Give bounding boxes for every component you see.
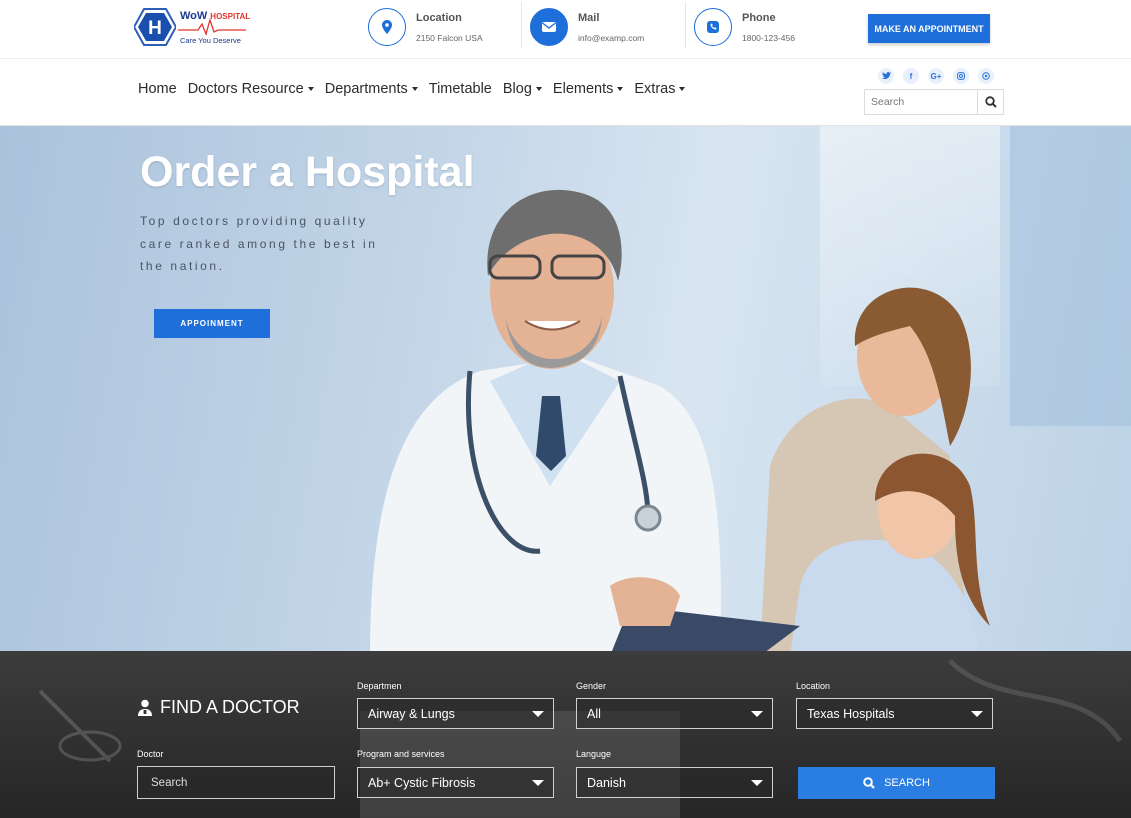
hero-banner: Order a Hospital Top doctors providing q… xyxy=(0,126,1131,651)
program-label: Program and services xyxy=(357,749,445,759)
google-plus-icon[interactable]: G+ xyxy=(928,68,944,84)
logo-tagline: Care You Deserve xyxy=(180,36,241,45)
dropdown-arrow-icon xyxy=(751,780,763,786)
map-pin-icon xyxy=(368,8,406,46)
find-doctor-title: FIND A DOCTOR xyxy=(137,697,300,718)
location-value: 2150 Falcon USA xyxy=(416,33,483,43)
search-icon[interactable] xyxy=(977,90,1003,114)
nav-search-input[interactable] xyxy=(865,90,977,114)
phone-icon xyxy=(694,8,732,46)
nav-item-blog[interactable]: Blog xyxy=(503,81,542,97)
envelope-icon xyxy=(530,8,568,46)
find-doctor-search-button[interactable]: SEARCH xyxy=(798,767,995,799)
location-info: Location 2150 Falcon USA xyxy=(368,0,518,50)
divider xyxy=(521,2,522,48)
search-icon xyxy=(863,777,875,789)
make-appointment-button[interactable]: MAKE AN APPOINTMENT xyxy=(868,14,990,43)
nav-item-doctors-resource[interactable]: Doctors Resource xyxy=(188,81,314,97)
nav-item-elements[interactable]: Elements xyxy=(553,81,624,97)
hero-title: Order a Hospital xyxy=(140,148,475,196)
caret-down-icon xyxy=(617,87,624,91)
nav-item-extras[interactable]: Extras xyxy=(634,81,686,97)
pinterest-icon[interactable] xyxy=(978,68,994,84)
dropdown-arrow-icon xyxy=(971,711,983,717)
main-navbar: Home Doctors Resource Departments Timeta… xyxy=(0,58,1131,126)
social-links: f G+ xyxy=(878,68,994,84)
hero-subtitle: Top doctors providing quality care ranke… xyxy=(140,214,378,273)
mail-value[interactable]: info@examp.com xyxy=(578,33,644,43)
hero-appointment-button[interactable]: APPOINMENT xyxy=(154,309,270,338)
top-header: H WoW HOSPITAL Care You Deserve Location … xyxy=(0,0,1131,58)
caret-down-icon xyxy=(679,87,686,91)
phone-label: Phone xyxy=(742,12,776,24)
nav-item-home[interactable]: Home xyxy=(138,81,177,97)
svg-text:H: H xyxy=(148,18,162,39)
caret-down-icon xyxy=(535,87,542,91)
hospital-logo[interactable]: H WoW HOSPITAL Care You Deserve xyxy=(134,6,250,48)
location-select[interactable]: Texas Hospitals xyxy=(796,698,993,729)
instagram-icon[interactable] xyxy=(953,68,969,84)
doctor-search-input[interactable]: Search xyxy=(137,766,335,799)
department-select[interactable]: Airway & Lungs xyxy=(357,698,554,729)
dropdown-arrow-icon xyxy=(532,711,544,717)
gender-label: Gender xyxy=(576,681,607,691)
hexagon-logo-icon: H xyxy=(134,8,176,46)
twitter-icon[interactable] xyxy=(878,68,894,84)
caret-down-icon xyxy=(307,87,314,91)
location-filter-label: Location xyxy=(796,681,831,691)
facebook-icon[interactable]: f xyxy=(903,68,919,84)
divider xyxy=(685,2,686,48)
dropdown-arrow-icon xyxy=(751,711,763,717)
gender-select[interactable]: All xyxy=(576,698,773,729)
mail-info: Mail info@examp.com xyxy=(530,0,680,50)
phone-info: Phone 1800-123-456 xyxy=(694,0,844,50)
caret-down-icon xyxy=(411,87,418,91)
mail-label: Mail xyxy=(578,12,600,24)
dropdown-arrow-icon xyxy=(532,780,544,786)
nav-search xyxy=(864,89,1004,115)
nav-item-timetable[interactable]: Timetable xyxy=(429,81,492,97)
main-menu: Home Doctors Resource Departments Timeta… xyxy=(138,81,696,97)
heartbeat-icon xyxy=(178,17,246,36)
doctor-label: Doctor xyxy=(137,749,164,759)
doctor-icon xyxy=(138,699,152,716)
program-select[interactable]: Ab+ Cystic Fibrosis xyxy=(357,767,554,798)
nav-item-departments[interactable]: Departments xyxy=(325,81,418,97)
doctor-and-patients-image xyxy=(370,189,990,651)
language-select[interactable]: Danish xyxy=(576,767,773,798)
department-label: Departmen xyxy=(357,681,402,691)
language-label: Languge xyxy=(576,749,612,759)
find-doctor-panel: FIND A DOCTOR Departmen Airway & Lungs G… xyxy=(0,651,1131,818)
location-label: Location xyxy=(416,12,462,24)
phone-value[interactable]: 1800-123-456 xyxy=(742,33,795,43)
